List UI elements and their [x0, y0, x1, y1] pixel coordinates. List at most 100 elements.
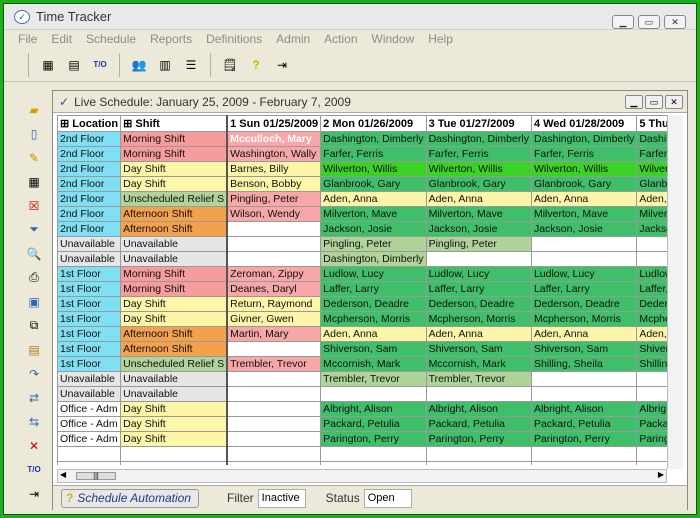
scrollbar-thumb[interactable]: |||: [76, 472, 116, 480]
employee-cell[interactable]: Trembler, Trevor: [320, 371, 427, 387]
menu-item-admin[interactable]: Admin: [276, 32, 310, 46]
employee-cell[interactable]: Milverton, Mave: [636, 206, 667, 222]
child-maximize-button[interactable]: ▭: [645, 95, 663, 109]
location-cell[interactable]: 1st Floor: [57, 311, 122, 327]
employee-cell[interactable]: Jackson, Josie: [425, 221, 532, 237]
employee-cell[interactable]: Deanes, Daryl: [226, 281, 322, 297]
employee-cell[interactable]: Laffer, Larry: [425, 281, 532, 297]
edit-pencil-icon[interactable]: ✎: [24, 149, 44, 166]
employee-cell[interactable]: Shilling, Sheila: [636, 356, 667, 372]
location-cell[interactable]: Office - Adm: [57, 401, 122, 417]
shift-cell[interactable]: Afternoon Shift: [120, 206, 228, 222]
time-off-icon[interactable]: T/O: [89, 54, 111, 76]
employee-cell[interactable]: [320, 386, 427, 402]
shift-cell[interactable]: Day Shift: [120, 296, 228, 312]
employee-cell[interactable]: Albright, Alison: [530, 401, 638, 417]
day-column-header[interactable]: 3 Tue 01/27/2009: [425, 115, 532, 132]
shift-cell[interactable]: [120, 446, 228, 462]
employee-cell[interactable]: [530, 371, 638, 387]
employee-cell[interactable]: Jackson, Josie: [530, 221, 638, 237]
swap-icon[interactable]: ⇄: [24, 389, 44, 406]
employee-cell[interactable]: Glanbrook, Gary: [425, 176, 532, 192]
schedule-grid-icon[interactable]: ▦: [37, 54, 59, 76]
find-icon[interactable]: 🔍: [24, 245, 44, 262]
vertical-scrollbar[interactable]: [667, 115, 683, 469]
location-cell[interactable]: 2nd Floor: [57, 176, 122, 192]
employee-cell[interactable]: Givner, Gwen: [226, 311, 322, 327]
employee-cell[interactable]: Glanbrook, Gary: [530, 176, 638, 192]
paste-icon[interactable]: ▤: [24, 341, 44, 358]
employee-cell[interactable]: [636, 446, 667, 462]
layout-icon[interactable]: ▥: [154, 54, 176, 76]
time-off-icon[interactable]: T/O: [24, 461, 44, 478]
employee-cell[interactable]: Dashington, Dimberly: [425, 131, 532, 147]
employee-cell[interactable]: Benson, Bobby: [226, 176, 322, 192]
employee-cell[interactable]: Dashington, Dim: [636, 131, 667, 147]
employee-cell[interactable]: [226, 401, 322, 417]
swap-all-icon[interactable]: ⇆: [24, 413, 44, 430]
employee-cell[interactable]: Laffer, Larry: [530, 281, 638, 297]
location-cell[interactable]: 2nd Floor: [57, 206, 122, 222]
employee-cell[interactable]: Dashington, Dimberly: [320, 251, 427, 267]
employee-cell[interactable]: Milverton, Mave: [530, 206, 638, 222]
remove-icon[interactable]: ✕: [24, 437, 44, 454]
child-minimize-button[interactable]: ▁: [625, 95, 643, 109]
employee-cell[interactable]: [425, 446, 532, 462]
new-document-icon[interactable]: ▯: [24, 125, 44, 142]
employee-cell[interactable]: [226, 341, 322, 357]
shift-cell[interactable]: [120, 461, 228, 465]
employee-cell[interactable]: Trembler, Trevor: [226, 356, 322, 372]
employee-cell[interactable]: Parington, Perry: [530, 431, 638, 447]
employee-cell[interactable]: Parington, Perry: [425, 431, 532, 447]
employee-cell[interactable]: Pingling, Peter: [320, 236, 427, 252]
location-cell[interactable]: 2nd Floor: [57, 146, 122, 162]
employee-cell[interactable]: Albright, Alison: [320, 401, 427, 417]
location-cell[interactable]: Office - Adm: [57, 416, 122, 432]
employee-cell[interactable]: Mccornish, Mark: [320, 356, 427, 372]
employee-cell[interactable]: [636, 371, 667, 387]
employee-cell[interactable]: [226, 446, 322, 462]
employee-cell[interactable]: Ludlow, Lucy: [530, 266, 638, 282]
location-cell[interactable]: Unavailable: [57, 236, 122, 252]
shift-cell[interactable]: Day Shift: [120, 311, 228, 327]
book-icon[interactable]: ▣: [24, 293, 44, 310]
employee-cell[interactable]: Barnes, Billy: [226, 161, 322, 177]
location-cell[interactable]: 1st Floor: [57, 326, 122, 342]
day-column-header[interactable]: 2 Mon 01/26/2009: [320, 115, 427, 132]
employee-cell[interactable]: Trembler, Trevor: [425, 371, 532, 387]
employee-cell[interactable]: Mccornish, Mark: [425, 356, 532, 372]
status-field[interactable]: Open: [363, 488, 412, 508]
shift-cell[interactable]: Unavailable: [120, 236, 228, 252]
employee-cell[interactable]: [226, 431, 322, 447]
employee-cell[interactable]: Martin, Mary: [226, 326, 322, 342]
child-close-button[interactable]: ✕: [665, 95, 683, 109]
shift-cell[interactable]: Unscheduled Relief S: [120, 191, 228, 207]
employee-cell[interactable]: Laffer, Larry: [636, 281, 667, 297]
location-cell[interactable]: Unavailable: [57, 251, 122, 267]
shift-cell[interactable]: Morning Shift: [120, 266, 228, 282]
location-cell[interactable]: 2nd Floor: [57, 161, 122, 177]
print-icon[interactable]: ⎙: [24, 269, 44, 286]
shift-cell[interactable]: Morning Shift: [120, 146, 228, 162]
employee-cell[interactable]: Mcpherson, Mo: [636, 311, 667, 327]
employee-cell[interactable]: Dashington, Dimberly: [530, 131, 638, 147]
menu-item-window[interactable]: Window: [372, 32, 415, 46]
notes-icon[interactable]: 🗒: [219, 54, 241, 76]
menu-item-file[interactable]: File: [18, 32, 37, 46]
employee-cell[interactable]: Aden, Anna: [320, 326, 427, 342]
location-cell[interactable]: Unavailable: [57, 371, 122, 387]
shift-cell[interactable]: Morning Shift: [120, 131, 228, 147]
employee-cell[interactable]: Packard, Petulia: [530, 416, 638, 432]
employee-cell[interactable]: Mcpherson, Morris: [425, 311, 532, 327]
employee-cell[interactable]: [425, 251, 532, 267]
location-cell[interactable]: 2nd Floor: [57, 221, 122, 237]
copy-icon[interactable]: ⧉: [24, 317, 44, 334]
employee-cell[interactable]: [226, 251, 322, 267]
day-column-header[interactable]: 5 Thu 01/29/20: [636, 115, 667, 132]
shift-cell[interactable]: Day Shift: [120, 161, 228, 177]
help-icon[interactable]: ?: [245, 54, 267, 76]
employee-cell[interactable]: Milverton, Mave: [425, 206, 532, 222]
day-column-header[interactable]: 4 Wed 01/28/2009: [530, 115, 638, 132]
employee-cell[interactable]: Albright, Alison: [425, 401, 532, 417]
shift-cell[interactable]: Unavailable: [120, 371, 228, 387]
